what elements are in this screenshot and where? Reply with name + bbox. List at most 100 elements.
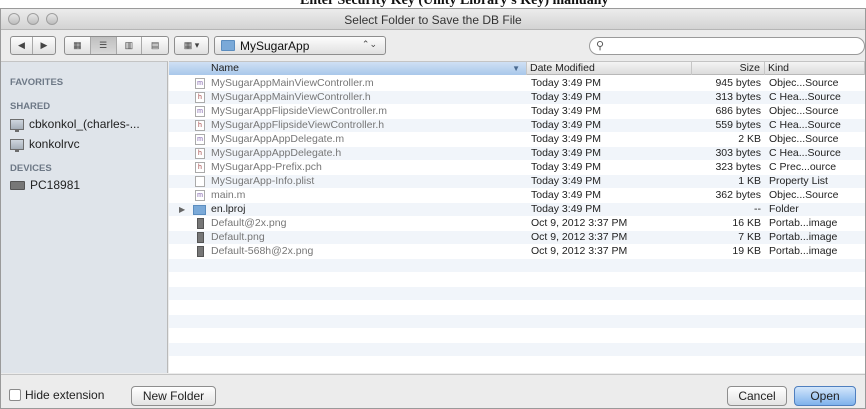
file-name: MySugarAppAppDelegate.h — [211, 147, 342, 159]
open-button[interactable]: Open — [794, 386, 856, 406]
arrange-menu[interactable]: ▦ ▾ — [174, 36, 209, 55]
bottom-bar: Hide extension New Folder Cancel Open — [1, 374, 865, 408]
column-header-name-label: Name — [211, 62, 240, 74]
file-kind: C Hea...Source — [769, 147, 841, 159]
file-kind: Property List — [769, 175, 828, 187]
table-row[interactable]: Default.png Oct 9, 2012 3:37 PM 7 KB Portab… — [169, 231, 865, 244]
empty-row — [169, 259, 865, 272]
sidebar-item-shared-2[interactable]: konkolrvc — [10, 137, 80, 152]
file-kind: Portab...image — [769, 217, 838, 229]
table-row[interactable]: ▶ en.lproj Today 3:49 PM -- Folder — [169, 203, 865, 216]
empty-row — [169, 329, 865, 342]
objc-source-file-icon: m — [195, 78, 205, 89]
file-size: 686 bytes — [715, 105, 761, 117]
empty-row — [169, 357, 865, 370]
file-date: Today 3:49 PM — [531, 203, 602, 215]
file-name: MySugarAppMainViewController.h — [211, 91, 371, 103]
file-name: MySugarAppFlipsideViewController.h — [211, 119, 385, 131]
cancel-button[interactable]: Cancel — [727, 386, 787, 406]
file-size: 323 bytes — [715, 161, 761, 173]
table-row[interactable]: Default@2x.png Oct 9, 2012 3:37 PM 16 KB Po… — [169, 217, 865, 230]
window-title: Select Folder to Save the DB File — [344, 13, 522, 27]
image-file-icon — [197, 246, 204, 257]
file-kind: Folder — [769, 203, 799, 215]
sidebar-item-label: cbkonkol_(charles-... — [29, 117, 140, 131]
file-kind: C Hea...Source — [769, 91, 841, 103]
table-row[interactable]: h MySugarAppMainViewController.h Today 3:4… — [169, 91, 865, 104]
header-file-icon: h — [195, 92, 205, 103]
file-date: Today 3:49 PM — [531, 119, 602, 131]
file-name: en.lproj — [211, 203, 246, 215]
sidebar-item-shared-1[interactable]: cbkonkol_(charles-... — [10, 117, 140, 132]
image-file-icon — [197, 218, 204, 229]
sidebar: FAVORITES SHARED cbkonkol_(charles-... k… — [1, 61, 168, 373]
new-folder-button[interactable]: New Folder — [131, 386, 216, 406]
file-date: Today 3:49 PM — [531, 161, 602, 173]
column-view-button[interactable]: ▥ — [117, 37, 143, 54]
sidebar-header-shared: SHARED — [10, 101, 51, 112]
background-document-text: Enter Security Key (Unity Library's Key)… — [300, 0, 609, 8]
file-size: 2 KB — [738, 133, 761, 145]
column-header-size[interactable]: Size — [692, 62, 765, 75]
arrange-menu-label: ▦ ▾ — [183, 40, 200, 50]
sidebar-item-label: PC18981 — [30, 178, 81, 192]
table-row[interactable]: h MySugarAppAppDelegate.h Today 3:49 PM 303… — [169, 147, 865, 160]
file-size: 19 KB — [732, 245, 761, 257]
file-date: Today 3:49 PM — [531, 175, 602, 187]
file-kind: Objec...Source — [769, 105, 839, 117]
file-date: Today 3:49 PM — [531, 91, 602, 103]
file-kind: Objec...Source — [769, 77, 839, 89]
list-view-button[interactable]: ☰ — [90, 37, 117, 54]
file-size: -- — [754, 203, 761, 215]
file-size: 313 bytes — [715, 91, 761, 103]
file-kind: C Hea...Source — [769, 119, 841, 131]
coverflow-view-button[interactable]: ▤ — [142, 37, 168, 54]
column-header-kind[interactable]: Kind — [765, 62, 865, 75]
sidebar-item-device-1[interactable]: PC18981 — [10, 178, 80, 192]
column-header-date[interactable]: Date Modified — [527, 62, 692, 75]
hide-extension-checkbox[interactable] — [9, 389, 21, 401]
back-button[interactable]: ◀ — [11, 37, 33, 54]
file-name: MySugarAppFlipsideViewController.m — [211, 105, 388, 117]
file-name: MySugarApp-Info.plist — [211, 175, 315, 187]
icon-view-button[interactable]: ▦ — [65, 37, 91, 54]
file-size: 303 bytes — [715, 147, 761, 159]
table-row[interactable]: MySugarApp-Info.plist Today 3:49 PM 1 KB Pr… — [169, 175, 865, 188]
objc-source-file-icon: m — [195, 190, 205, 201]
file-kind: C Prec...ource — [769, 161, 837, 173]
file-kind: Objec...Source — [769, 133, 839, 145]
file-date: Today 3:49 PM — [531, 147, 602, 159]
empty-row — [169, 343, 865, 356]
monitor-icon — [10, 118, 24, 132]
location-popup[interactable]: MySugarApp ⌃⌄ — [214, 36, 386, 55]
table-row[interactable]: m main.m Today 3:49 PM 362 bytes Objec...Sou… — [169, 189, 865, 202]
column-header-name[interactable]: Name ▼ — [169, 62, 527, 75]
sort-descending-icon: ▼ — [512, 64, 520, 73]
file-name: MySugarAppAppDelegate.m — [211, 133, 345, 145]
table-row[interactable]: h MySugarAppFlipsideViewController.h Today… — [169, 119, 865, 132]
search-input[interactable]: ⚲ — [589, 37, 865, 55]
folder-icon — [193, 205, 206, 215]
empty-row — [169, 301, 865, 314]
file-size: 362 bytes — [715, 189, 761, 201]
table-row[interactable]: m MySugarAppAppDelegate.m Today 3:49 PM 2 K… — [169, 133, 865, 146]
table-row[interactable]: m MySugarAppMainViewController.m Today 3:4… — [169, 77, 865, 90]
objc-source-file-icon: m — [195, 106, 205, 117]
file-name: Default@2x.png — [211, 217, 287, 229]
file-size: 1 KB — [738, 175, 761, 187]
image-file-icon — [197, 232, 204, 243]
search-icon: ⚲ — [596, 40, 605, 52]
file-kind: Portab...image — [769, 245, 838, 257]
objc-source-file-icon: m — [195, 134, 205, 145]
file-list: Name ▼ Date Modified Size Kind m MySugarA… — [169, 61, 865, 373]
header-file-icon: h — [195, 148, 205, 159]
table-row[interactable]: Default-568h@2x.png Oct 9, 2012 3:37 PM 19… — [169, 245, 865, 258]
file-name: Default.png — [211, 231, 265, 243]
location-label: MySugarApp — [240, 39, 310, 53]
table-row[interactable]: m MySugarAppFlipsideViewController.m Today… — [169, 105, 865, 118]
table-row[interactable]: h MySugarApp-Prefix.pch Today 3:49 PM 323 b… — [169, 161, 865, 174]
forward-button[interactable]: ▶ — [33, 37, 55, 54]
file-date: Today 3:49 PM — [531, 77, 602, 89]
file-date: Oct 9, 2012 3:37 PM — [531, 245, 628, 257]
disclosure-triangle-icon[interactable]: ▶ — [179, 203, 185, 216]
